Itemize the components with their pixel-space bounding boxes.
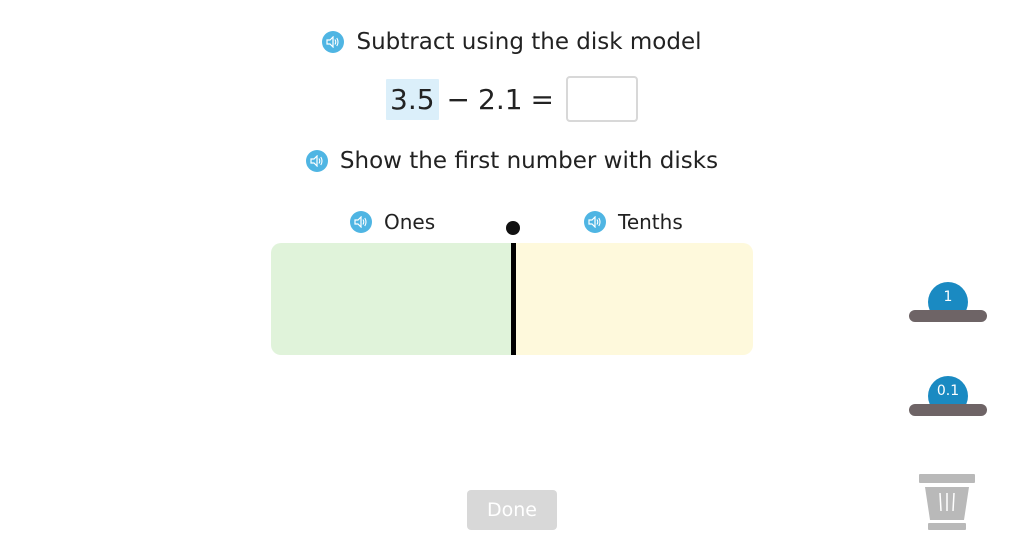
decimal-point-dot	[506, 221, 520, 235]
ones-disk-tray	[909, 310, 987, 322]
ones-label-text: Ones	[384, 210, 436, 234]
title-speaker-icon[interactable]	[322, 31, 345, 53]
page-title: Subtract using the disk model	[356, 29, 702, 55]
ones-disk-source: 1	[909, 282, 987, 322]
second-number: 2.1	[478, 82, 523, 116]
tenths-disk-tray	[909, 404, 987, 416]
tenths-drop-zone[interactable]	[516, 243, 753, 355]
trash-icon[interactable]	[918, 473, 976, 531]
subtraction-activity: Subtract using the disk model 3.5 − 2.1 …	[0, 0, 1024, 560]
answer-input[interactable]	[566, 76, 638, 122]
instruction-row: Show the first number with disks	[0, 143, 1024, 179]
equation: 3.5 − 2.1 =	[0, 75, 1024, 123]
tenths-label-text: Tenths	[618, 210, 683, 234]
ones-drop-zone[interactable]	[271, 243, 511, 355]
place-value-board	[271, 243, 753, 355]
equals-sign: =	[530, 82, 554, 116]
minus-operator: −	[446, 82, 470, 116]
tenths-disk-source: 0.1	[909, 376, 987, 416]
first-number: 3.5	[386, 78, 439, 120]
tenths-speaker-icon[interactable]	[584, 211, 606, 233]
done-button[interactable]: Done	[467, 490, 557, 530]
instruction-speaker-icon[interactable]	[305, 150, 328, 172]
tenths-column-label: Tenths	[584, 210, 683, 234]
title-row: Subtract using the disk model	[0, 24, 1024, 60]
instruction-text: Show the first number with disks	[339, 148, 719, 174]
ones-column-label: Ones	[350, 210, 435, 234]
ones-speaker-icon[interactable]	[350, 211, 372, 233]
